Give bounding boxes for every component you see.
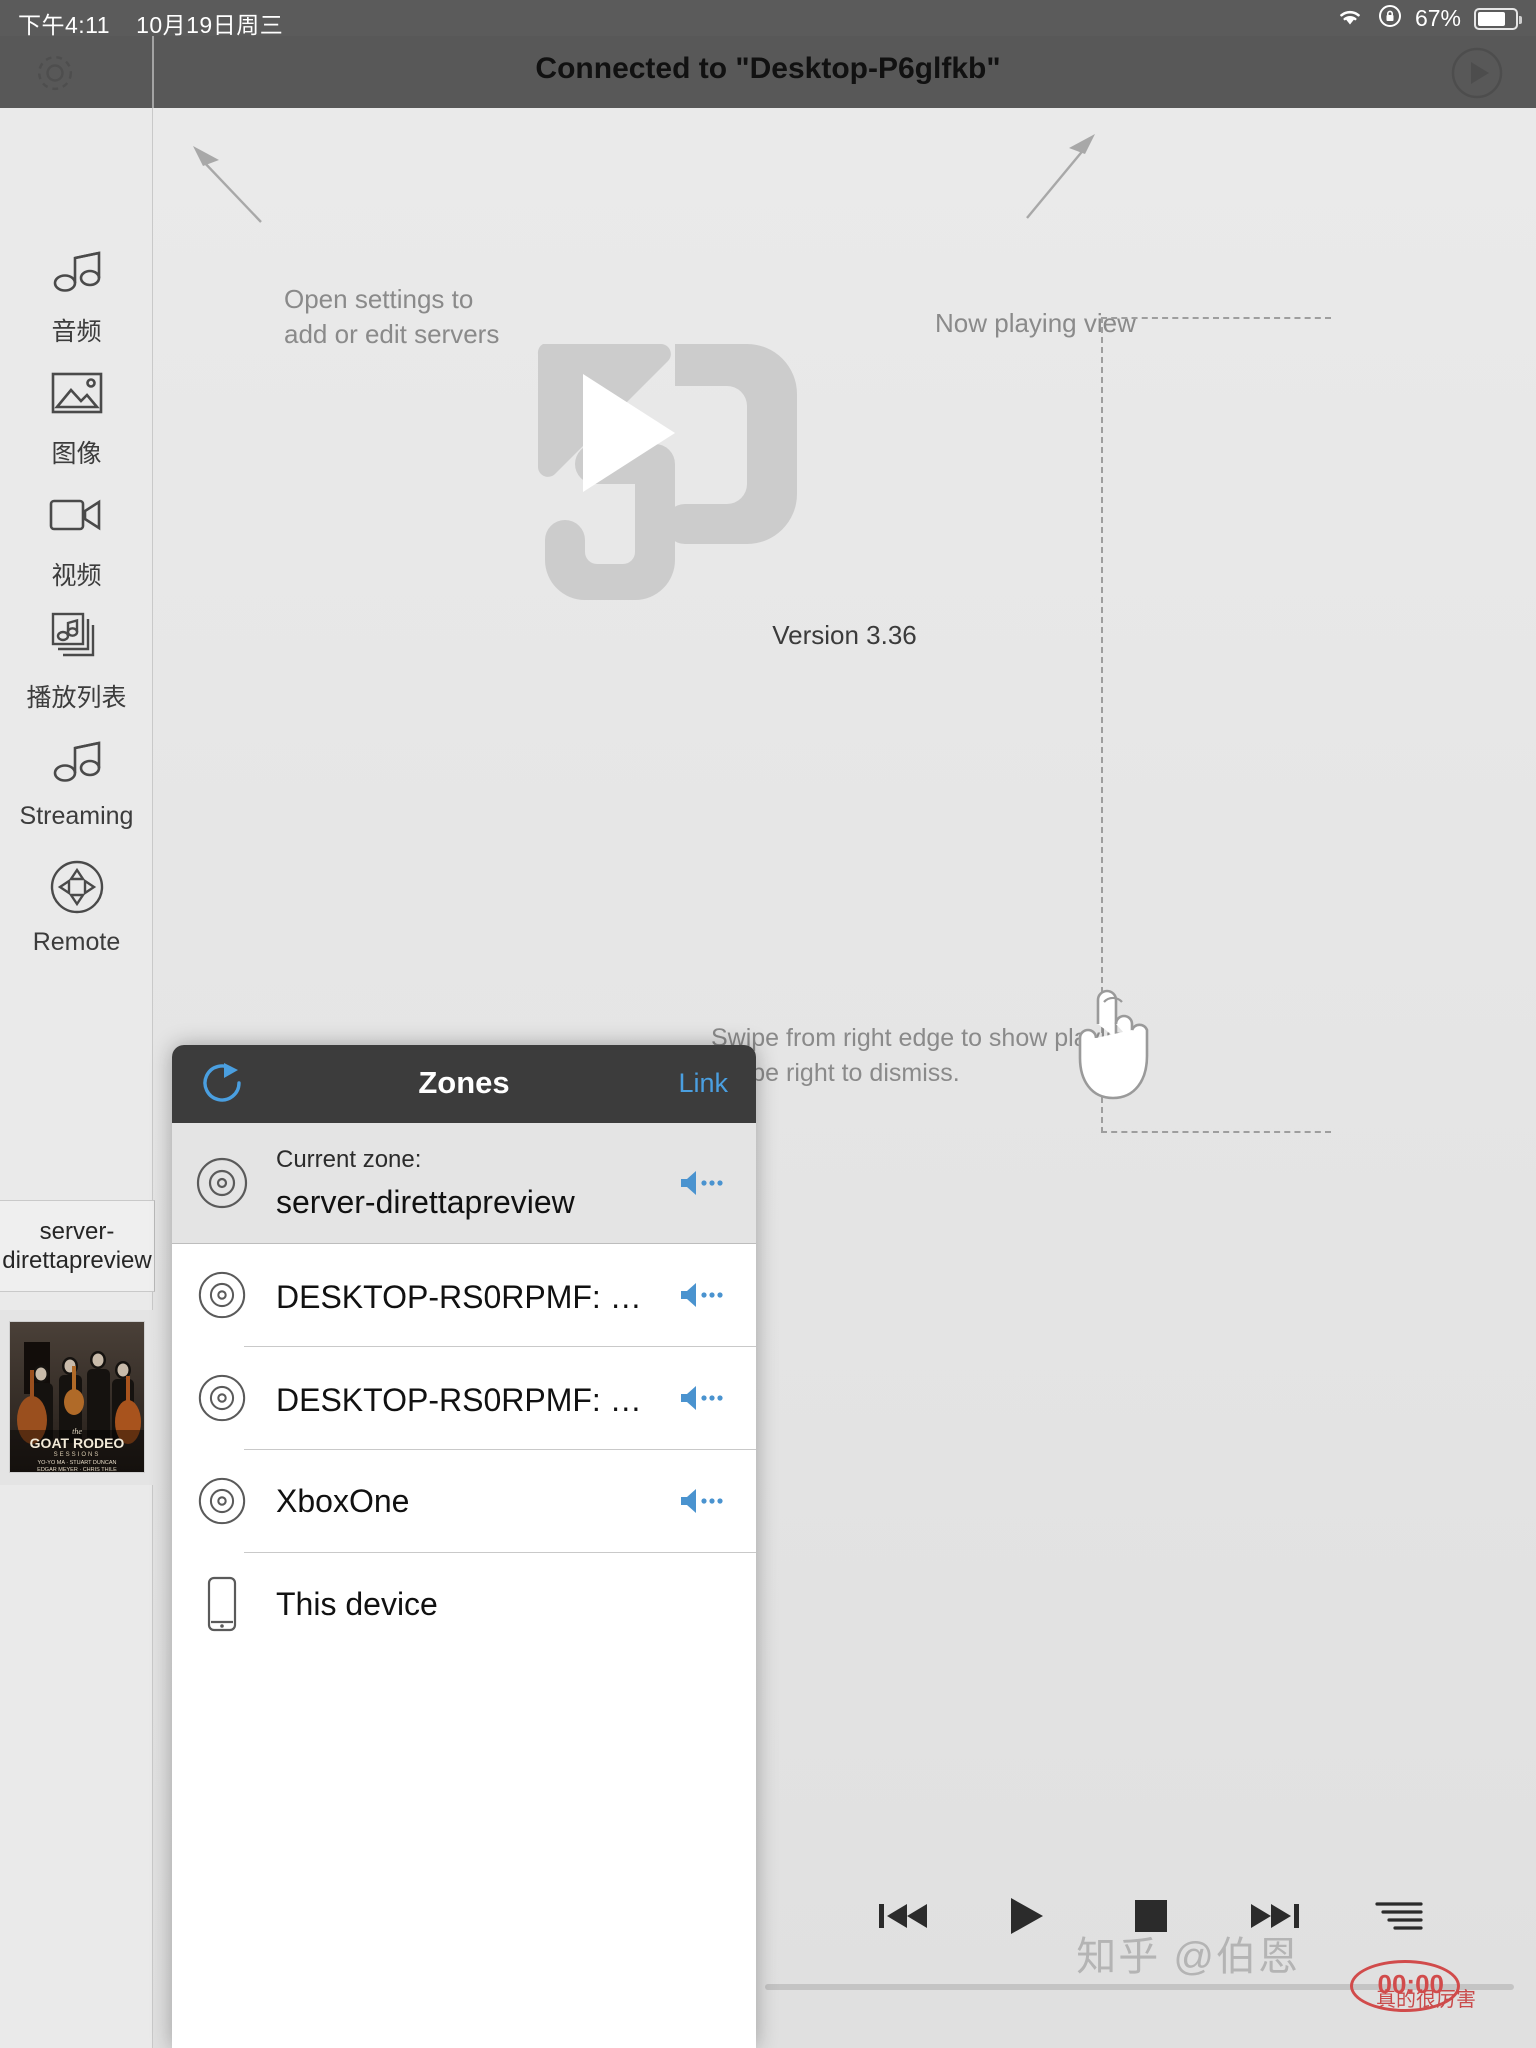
zones-dialog-header: Zones Link <box>172 1045 756 1123</box>
arrow-up-right-icon <box>1026 134 1095 219</box>
album-art-container[interactable]: the GOAT RODEO SESSIONS YO-YO MA · STUAR… <box>0 1310 153 1485</box>
wifi-icon <box>1335 5 1365 32</box>
sidebar-label: 音频 <box>51 318 102 346</box>
arrow-up-left-icon <box>193 146 262 223</box>
dpad-circle-icon <box>0 856 153 918</box>
sidebar-item-remote[interactable]: Remote <box>0 856 153 957</box>
music-note-icon <box>0 240 153 302</box>
svg-text:GOAT RODEO: GOAT RODEO <box>30 1435 125 1451</box>
battery-icon <box>1474 7 1522 30</box>
current-zone-name: server-direttapreview <box>276 1183 575 1220</box>
zone-row-1[interactable]: DESKTOP-RS0RPMF: 工作室-... <box>172 1244 756 1346</box>
speaker-more-icon[interactable] <box>668 1486 732 1516</box>
zone-name: XboxOne <box>276 1482 410 1519</box>
zone-row-4[interactable]: This device <box>172 1553 756 1655</box>
elapsed-time: 00:00 <box>1377 1969 1445 1999</box>
zones-dialog-title: Zones <box>418 1065 510 1100</box>
svg-text:YO-YO MA · STUART DUNCAN: YO-YO MA · STUART DUNCAN <box>38 1460 117 1466</box>
zone-name: DESKTOP-RS0RPMF: 工作室-... <box>276 1382 668 1418</box>
sidebar-item-playlist[interactable]: 播放列表 <box>0 606 153 714</box>
zone-name: This device <box>276 1585 438 1622</box>
music-note-icon <box>0 730 153 792</box>
speaker-more-icon[interactable] <box>668 1280 732 1310</box>
photo-icon <box>0 362 153 424</box>
sidebar-item-streaming[interactable]: Streaming <box>0 730 153 831</box>
speaker-more-icon[interactable] <box>668 1383 732 1413</box>
hint-line-1: Open settings to <box>284 284 474 314</box>
zone-target-icon <box>194 1155 250 1211</box>
sidebar-label: 视频 <box>51 562 102 590</box>
rotation-lock-icon <box>1378 4 1402 33</box>
hint-open-settings: Open settings to add or edit servers <box>284 282 499 351</box>
svg-text:EDGAR MEYER · CHRIS THILE: EDGAR MEYER · CHRIS THILE <box>37 1467 117 1472</box>
sidebar-label: Remote <box>32 928 121 956</box>
current-zone-row[interactable]: Current zone: server-direttapreview <box>172 1123 756 1243</box>
hint-line-2: add or edit servers <box>284 318 500 349</box>
zones-dialog: Zones Link Current zone: server-direttap… <box>172 1045 756 2048</box>
current-zone-label: Current zone: <box>276 1145 422 1173</box>
video-camera-icon <box>0 484 153 546</box>
page-title: Connected to "Desktop-P6glfkb" <box>535 52 1001 85</box>
link-button[interactable]: Link <box>678 1068 728 1099</box>
current-zone-tab[interactable]: server-direttapreview <box>0 1200 155 1292</box>
status-bar-right: 67% <box>1335 4 1522 33</box>
previous-track-icon[interactable] <box>875 1893 931 1939</box>
jriver-logo-icon <box>535 334 797 600</box>
hand-swipe-icon <box>1078 989 1149 1100</box>
phone-icon <box>194 1576 250 1632</box>
sidebar-label: Streaming <box>19 802 134 830</box>
album-art: the GOAT RODEO SESSIONS YO-YO MA · STUAR… <box>9 1321 145 1473</box>
play-icon[interactable] <box>1446 46 1508 100</box>
sidebar-label: 播放列表 <box>26 684 127 712</box>
zone-row-2[interactable]: DESKTOP-RS0RPMF: 工作室-... <box>172 1347 756 1449</box>
play-icon[interactable] <box>999 1893 1055 1939</box>
playlist-lines-icon[interactable] <box>1371 1893 1427 1939</box>
sidebar-item-audio[interactable]: 音频 <box>0 240 153 348</box>
zone-target-icon <box>194 1267 250 1323</box>
svg-text:SESSIONS: SESSIONS <box>54 1452 101 1458</box>
current-zone-texts: Current zone: server-direttapreview <box>276 1146 668 1221</box>
zone-name: DESKTOP-RS0RPMF: 工作室-... <box>276 1279 668 1315</box>
playlist-stack-icon <box>0 606 153 668</box>
sidebar: 音频 图像 视频 播放列表 Streaming Remote <box>0 108 153 2048</box>
zone-target-icon <box>194 1473 250 1529</box>
status-time: 下午4:11 <box>18 12 111 38</box>
speaker-more-icon[interactable] <box>668 1168 732 1198</box>
zone-row-3[interactable]: XboxOne <box>172 1450 756 1552</box>
title-bar: Connected to "Desktop-P6glfkb" <box>0 36 1536 108</box>
zone-target-icon <box>194 1370 250 1426</box>
status-bar-left: 下午4:11 10月19日周三 <box>18 6 283 40</box>
watermark: 知乎 @伯恩 <box>1076 1935 1300 1979</box>
sidebar-item-images[interactable]: 图像 <box>0 362 153 470</box>
sidebar-label: 图像 <box>51 440 102 468</box>
battery-percent: 67% <box>1414 5 1461 31</box>
status-bar: 下午4:11 10月19日周三 67% <box>0 0 1536 38</box>
sidebar-item-video[interactable]: 视频 <box>0 484 153 592</box>
status-date: 10月19日周三 <box>136 12 284 38</box>
